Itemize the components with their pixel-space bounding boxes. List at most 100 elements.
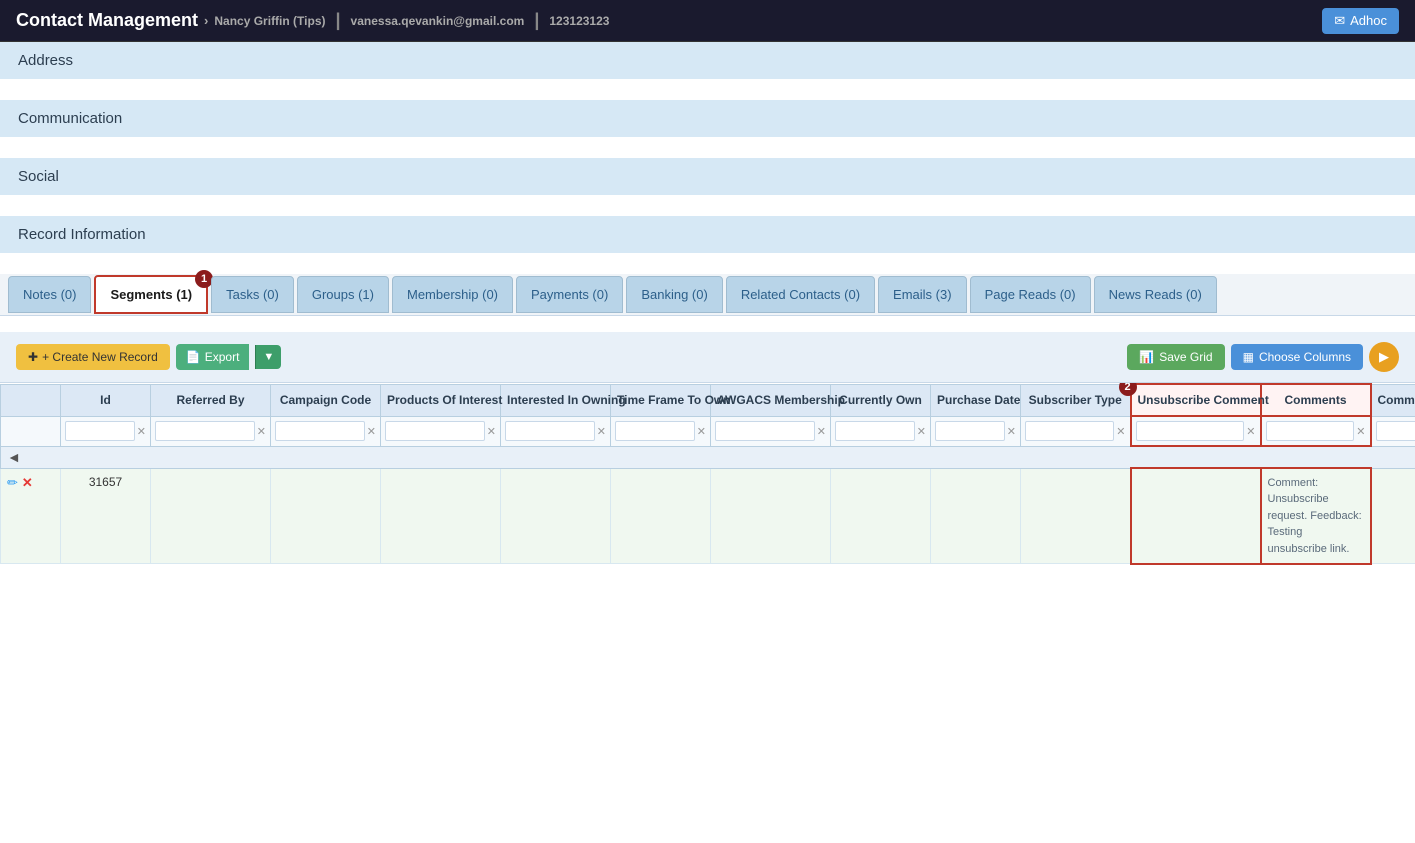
filter-interested-clear[interactable]: ✕ — [597, 425, 606, 438]
filter-timeframe-clear[interactable]: ✕ — [697, 425, 706, 438]
header-separator1: | — [336, 10, 341, 31]
filter-comments-clear[interactable]: ✕ — [1356, 425, 1365, 438]
badge-2: 2 — [1119, 383, 1137, 396]
filter-purchase-date: ✕ — [931, 416, 1021, 446]
app-header: Contact Management › Nancy Griffin (Tips… — [0, 0, 1415, 42]
export-label: Export — [205, 350, 240, 364]
filter-referred-by: ✕ — [151, 416, 271, 446]
filter-awgacs: ✕ — [711, 416, 831, 446]
tab-banking-label: Banking (0) — [641, 287, 707, 302]
filter-subscriber-type-input[interactable] — [1025, 421, 1114, 441]
filter-currently-own-clear[interactable]: ✕ — [917, 425, 926, 438]
filter-awgacs-clear[interactable]: ✕ — [817, 425, 826, 438]
export-caret-button[interactable]: ▼ — [255, 345, 281, 369]
filter-comments-input[interactable] — [1266, 421, 1355, 441]
address-section[interactable]: Address — [0, 42, 1415, 82]
col-header-unsubscribe-comment: Unsubscribe Comment — [1131, 384, 1261, 416]
row-comm-date-cell — [1371, 468, 1415, 564]
col-header-subscriber-type: Subscriber Type 2 — [1021, 384, 1131, 416]
tab-related-contacts[interactable]: Related Contacts (0) — [726, 276, 875, 313]
filter-products-clear[interactable]: ✕ — [487, 425, 496, 438]
breadcrumb-separator: › — [204, 13, 208, 28]
row-interested-cell — [501, 468, 611, 564]
filter-purchase-date-input[interactable] — [935, 421, 1005, 441]
create-label: + Create New Record — [42, 350, 158, 364]
filter-interested: ✕ — [501, 416, 611, 446]
edit-row-button[interactable]: ✏ — [7, 475, 18, 491]
filter-unsub-comment-clear[interactable]: ✕ — [1246, 425, 1255, 438]
filter-products-input[interactable] — [385, 421, 485, 441]
filter-interested-input[interactable] — [505, 421, 595, 441]
scroll-left-arrow[interactable]: ◄ — [7, 449, 21, 465]
filter-campaign-input[interactable] — [275, 421, 365, 441]
plus-icon: ✚ — [28, 350, 38, 364]
filter-currently-own: ✕ — [831, 416, 931, 446]
communication-section[interactable]: Communication — [0, 100, 1415, 140]
filter-products: ✕ — [381, 416, 501, 446]
tab-notes[interactable]: Notes (0) — [8, 276, 91, 313]
filter-campaign-code: ✕ — [271, 416, 381, 446]
tab-membership[interactable]: Membership (0) — [392, 276, 513, 313]
col-header-time-frame: Time Frame To Own — [611, 384, 711, 416]
tab-page-reads[interactable]: Page Reads (0) — [970, 276, 1091, 313]
col-header-actions — [1, 384, 61, 416]
orange-action-button[interactable]: ▶ — [1369, 342, 1399, 372]
tab-news-reads[interactable]: News Reads (0) — [1094, 276, 1217, 313]
contact-email: vanessa.qevankin@gmail.com — [351, 14, 525, 28]
tab-page-reads-label: Page Reads (0) — [985, 287, 1076, 302]
filter-id-input[interactable] — [65, 421, 135, 441]
filter-actions — [1, 416, 61, 446]
grid-container: Id Referred By Campaign Code Products Of… — [0, 383, 1415, 565]
tab-banking[interactable]: Banking (0) — [626, 276, 722, 313]
save-grid-button[interactable]: 📊 Save Grid — [1127, 344, 1224, 370]
tab-emails[interactable]: Emails (3) — [878, 276, 967, 313]
filter-currently-own-input[interactable] — [835, 421, 915, 441]
header-title-area: Contact Management › Nancy Griffin (Tips… — [16, 10, 609, 31]
row-campaign-code-cell — [271, 468, 381, 564]
filter-id-clear[interactable]: ✕ — [137, 425, 146, 438]
grid-filter-row: ✕ ✕ ✕ — [1, 416, 1415, 446]
export-button[interactable]: 📄 Export — [176, 344, 250, 370]
tab-payments-label: Payments (0) — [531, 287, 608, 302]
tab-tasks[interactable]: Tasks (0) — [211, 276, 294, 313]
filter-referred-by-clear[interactable]: ✕ — [257, 425, 266, 438]
tab-payments[interactable]: Payments (0) — [516, 276, 623, 313]
record-information-section[interactable]: Record Information — [0, 216, 1415, 256]
filter-timeframe-input[interactable] — [615, 421, 695, 441]
filter-comm-date-input[interactable] — [1376, 421, 1415, 441]
delete-row-button[interactable]: ✕ — [22, 475, 33, 491]
tab-segments-label: Segments (1) — [110, 287, 192, 302]
tab-news-reads-label: News Reads (0) — [1109, 287, 1202, 302]
filter-purchase-date-clear[interactable]: ✕ — [1007, 425, 1016, 438]
filter-unsub-comment-input[interactable] — [1136, 421, 1245, 441]
col-header-comm-date: Comm Date — [1371, 384, 1415, 416]
scroll-indicator-row: ◄ — [1, 446, 1415, 468]
row-comments-cell: Comment: Unsubscribe request. Feedback: … — [1261, 468, 1371, 564]
choose-columns-button[interactable]: ▦ Choose Columns — [1231, 344, 1363, 370]
adhoc-button[interactable]: ✉ Adhoc — [1322, 8, 1399, 34]
filter-referred-by-input[interactable] — [155, 421, 255, 441]
chart-icon: 📊 — [1139, 350, 1154, 364]
social-section[interactable]: Social — [0, 158, 1415, 198]
filter-subscriber-type-clear[interactable]: ✕ — [1116, 425, 1125, 438]
filter-id: ✕ — [61, 416, 151, 446]
adhoc-label: Adhoc — [1350, 13, 1387, 28]
tab-groups[interactable]: Groups (1) — [297, 276, 389, 313]
row-id-value: 31657 — [89, 475, 122, 489]
tab-membership-label: Membership (0) — [407, 287, 498, 302]
col-header-comments: Comments — [1261, 384, 1371, 416]
row-unsub-comment-cell — [1131, 468, 1261, 564]
filter-awgacs-input[interactable] — [715, 421, 815, 441]
row-subscriber-type-cell — [1021, 468, 1131, 564]
filter-campaign-clear[interactable]: ✕ — [367, 425, 376, 438]
social-label: Social — [18, 168, 59, 185]
tab-segments[interactable]: Segments (1) 1 — [94, 275, 208, 314]
col-header-purchase-date: Purchase Date — [931, 384, 1021, 416]
app-title: Contact Management — [16, 10, 198, 31]
segments-grid: Id Referred By Campaign Code Products Of… — [0, 383, 1415, 565]
communication-label: Communication — [18, 110, 122, 127]
filter-unsub-comment: ✕ — [1131, 416, 1261, 446]
create-new-record-button[interactable]: ✚ + Create New Record — [16, 344, 170, 370]
caret-down-icon: ▼ — [263, 351, 274, 363]
col-header-currently-own: Currently Own — [831, 384, 931, 416]
